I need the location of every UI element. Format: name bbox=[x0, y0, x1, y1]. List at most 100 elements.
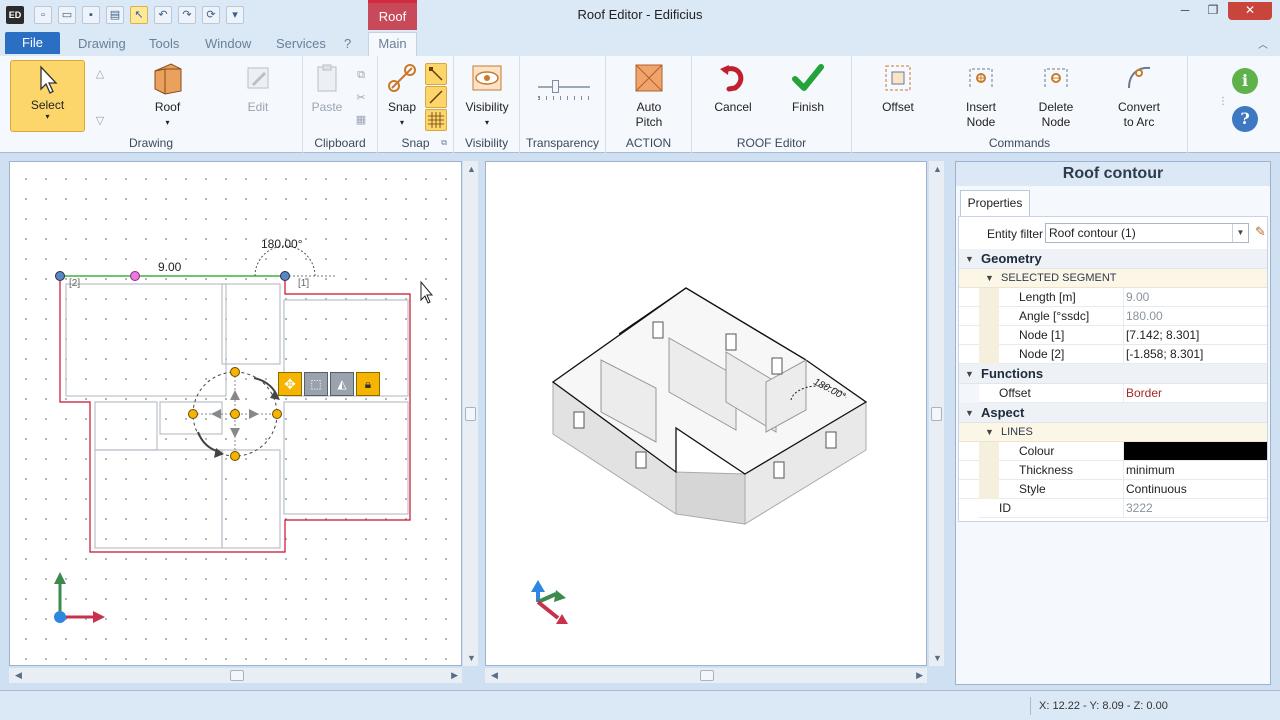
3d-horizontal-scrollbar[interactable]: ◀ ▶ bbox=[485, 668, 927, 683]
collapse-icon[interactable]: ▼ bbox=[965, 364, 974, 384]
tab-services[interactable]: Services bbox=[276, 36, 326, 51]
new-file-icon[interactable]: ▫ bbox=[34, 6, 52, 24]
snap-button[interactable]: Snap ▾ bbox=[382, 60, 422, 130]
properties-title: Roof contour bbox=[956, 162, 1270, 186]
maximize-icon[interactable]: ❐ bbox=[1200, 2, 1226, 20]
property-row-angle[interactable]: Angle [°ssdc] 180.00 bbox=[959, 307, 1267, 326]
tab-properties[interactable]: Properties bbox=[960, 190, 1030, 216]
scroll-down-icon[interactable]: ▼ bbox=[933, 653, 942, 663]
entity-filter-row: Entity filter Roof contour (1) ▼ ✎ bbox=[959, 223, 1267, 245]
cancel-button[interactable]: Cancel bbox=[708, 60, 758, 115]
lock-icon[interactable]: 🔒︎ bbox=[356, 372, 380, 396]
category-geometry[interactable]: ▼ Geometry bbox=[959, 249, 1267, 269]
tab-file[interactable]: File bbox=[5, 32, 60, 54]
transparency-slider[interactable] bbox=[538, 86, 590, 88]
scroll-thumb[interactable] bbox=[465, 407, 476, 421]
app-icon[interactable]: ED bbox=[6, 6, 24, 24]
scroll-up-icon[interactable]: ▲ bbox=[933, 164, 942, 174]
subcategory-lines[interactable]: ▼ LINES bbox=[959, 423, 1267, 442]
mirror-icon[interactable]: ◭ bbox=[330, 372, 354, 396]
collapse-icon[interactable]: ▼ bbox=[965, 249, 974, 269]
edit-button[interactable]: Edit bbox=[233, 60, 283, 115]
close-icon[interactable]: ✕ bbox=[1228, 2, 1272, 20]
category-aspect[interactable]: ▼ Aspect bbox=[959, 403, 1267, 423]
print-icon[interactable]: ▤ bbox=[106, 6, 124, 24]
redo-icon[interactable]: ↷ bbox=[178, 6, 196, 24]
minimize-icon[interactable]: ─ bbox=[1172, 2, 1198, 20]
property-row-thickness[interactable]: Thickness minimum bbox=[959, 461, 1267, 480]
triangle-up-icon[interactable]: △ bbox=[91, 64, 109, 82]
paste-button[interactable]: Paste bbox=[307, 60, 347, 115]
select-button[interactable]: Select ▾ bbox=[10, 60, 85, 132]
offset-button[interactable]: Offset bbox=[874, 60, 922, 115]
property-row-node-1[interactable]: Node [1] [7.142; 8.301] bbox=[959, 326, 1267, 345]
subcategory-selected-segment[interactable]: ▼ SELECTED SEGMENT bbox=[959, 269, 1267, 288]
pointer-icon[interactable]: ↖ bbox=[130, 6, 148, 24]
plan-view[interactable]: 9.00 180.00° [2] [1] ✥ ⬚ ◭ 🔒︎ bbox=[9, 161, 462, 666]
action-group-label: ACTION bbox=[625, 136, 672, 150]
scroll-down-icon[interactable]: ▼ bbox=[467, 653, 476, 663]
move-icon[interactable]: ✥ bbox=[278, 372, 302, 396]
copy-icon[interactable]: ⧉ bbox=[352, 66, 370, 84]
ribbon-collapse-icon[interactable]: ︿ bbox=[1258, 36, 1268, 51]
category-functions[interactable]: ▼ Functions bbox=[959, 364, 1267, 384]
visibility-button[interactable]: Visibility ▾ bbox=[458, 60, 516, 130]
collapse-icon[interactable]: ▼ bbox=[985, 269, 994, 288]
transparency-slider-thumb[interactable] bbox=[552, 80, 559, 93]
roof-button[interactable]: Roof ▾ bbox=[140, 60, 195, 130]
property-row-style[interactable]: Style Continuous bbox=[959, 480, 1267, 499]
ribbon-overflow-icon[interactable]: ⋮ bbox=[1218, 96, 1228, 107]
scroll-thumb[interactable] bbox=[700, 670, 714, 681]
finish-button[interactable]: Finish bbox=[783, 60, 833, 115]
save-icon[interactable]: ▪ bbox=[82, 6, 100, 24]
tab-drawing[interactable]: Drawing bbox=[78, 36, 126, 51]
snap-endpoint-icon[interactable] bbox=[425, 63, 447, 85]
chevron-down-icon[interactable]: ▼ bbox=[1232, 224, 1248, 242]
group-clipboard: Paste ⧉ ✂ ▦ Clipboard bbox=[303, 56, 378, 153]
snap-line-icon[interactable] bbox=[425, 86, 447, 108]
plan-horizontal-scrollbar[interactable]: ◀ ▶ bbox=[9, 668, 462, 683]
property-row-offset[interactable]: Offset Border bbox=[959, 384, 1267, 403]
filter-edit-icon[interactable]: ✎ bbox=[1255, 224, 1271, 240]
cut-icon[interactable]: ✂ bbox=[352, 88, 370, 106]
scroll-left-icon[interactable]: ◀ bbox=[15, 670, 22, 681]
tab-help[interactable]: ? bbox=[344, 36, 351, 51]
undo-icon[interactable]: ↶ bbox=[154, 6, 172, 24]
plan-vertical-scrollbar[interactable]: ▲ ▼ bbox=[463, 161, 478, 666]
insert-node-button[interactable]: Insert Node bbox=[958, 60, 1004, 130]
auto-pitch-button[interactable]: Auto Pitch bbox=[624, 60, 674, 130]
refresh-icon[interactable]: ⟳ bbox=[202, 6, 220, 24]
info-icon[interactable]: i bbox=[1232, 68, 1258, 94]
convert-to-arc-button[interactable]: Convert to Arc bbox=[1114, 60, 1164, 130]
colour-swatch[interactable] bbox=[1123, 442, 1267, 460]
property-row-id[interactable]: ID 3222 bbox=[959, 499, 1267, 518]
help-icon[interactable]: ? bbox=[1232, 106, 1258, 132]
collapse-icon[interactable]: ▼ bbox=[985, 423, 994, 442]
roof-label: Roof bbox=[154, 100, 181, 114]
collapse-icon[interactable]: ▼ bbox=[965, 403, 974, 423]
tab-tools[interactable]: Tools bbox=[149, 36, 179, 51]
checkmark-icon bbox=[790, 60, 826, 96]
scroll-thumb[interactable] bbox=[230, 670, 244, 681]
scroll-up-icon[interactable]: ▲ bbox=[467, 164, 476, 174]
customize-qat-icon[interactable]: ▾ bbox=[226, 6, 244, 24]
snap-grid-icon[interactable] bbox=[425, 109, 447, 131]
scroll-right-icon[interactable]: ▶ bbox=[451, 670, 458, 681]
tab-main[interactable]: Main bbox=[368, 32, 417, 56]
property-row-colour[interactable]: Colour bbox=[959, 442, 1267, 461]
snap-settings-launcher-icon[interactable]: ⧉ bbox=[441, 138, 447, 148]
scroll-thumb[interactable] bbox=[931, 407, 942, 421]
scroll-right-icon[interactable]: ▶ bbox=[916, 670, 923, 681]
3d-vertical-scrollbar[interactable]: ▲ ▼ bbox=[929, 161, 944, 666]
copy-format-icon[interactable]: ▦ bbox=[352, 110, 370, 128]
entity-filter-select[interactable]: Roof contour (1) ▼ bbox=[1045, 223, 1249, 243]
property-row-node-2[interactable]: Node [2] [-1.858; 8.301] bbox=[959, 345, 1267, 364]
property-row-length[interactable]: Length [m] 9.00 bbox=[959, 288, 1267, 307]
scroll-left-icon[interactable]: ◀ bbox=[491, 670, 498, 681]
open-folder-icon[interactable]: ▭ bbox=[58, 6, 76, 24]
tab-window[interactable]: Window bbox=[205, 36, 251, 51]
delete-node-button[interactable]: Delete Node bbox=[1033, 60, 1079, 130]
3d-view[interactable]: 180.00° bbox=[485, 161, 927, 666]
resize-icon[interactable]: ⬚ bbox=[304, 372, 328, 396]
triangle-down-icon[interactable]: ▽ bbox=[91, 111, 109, 129]
